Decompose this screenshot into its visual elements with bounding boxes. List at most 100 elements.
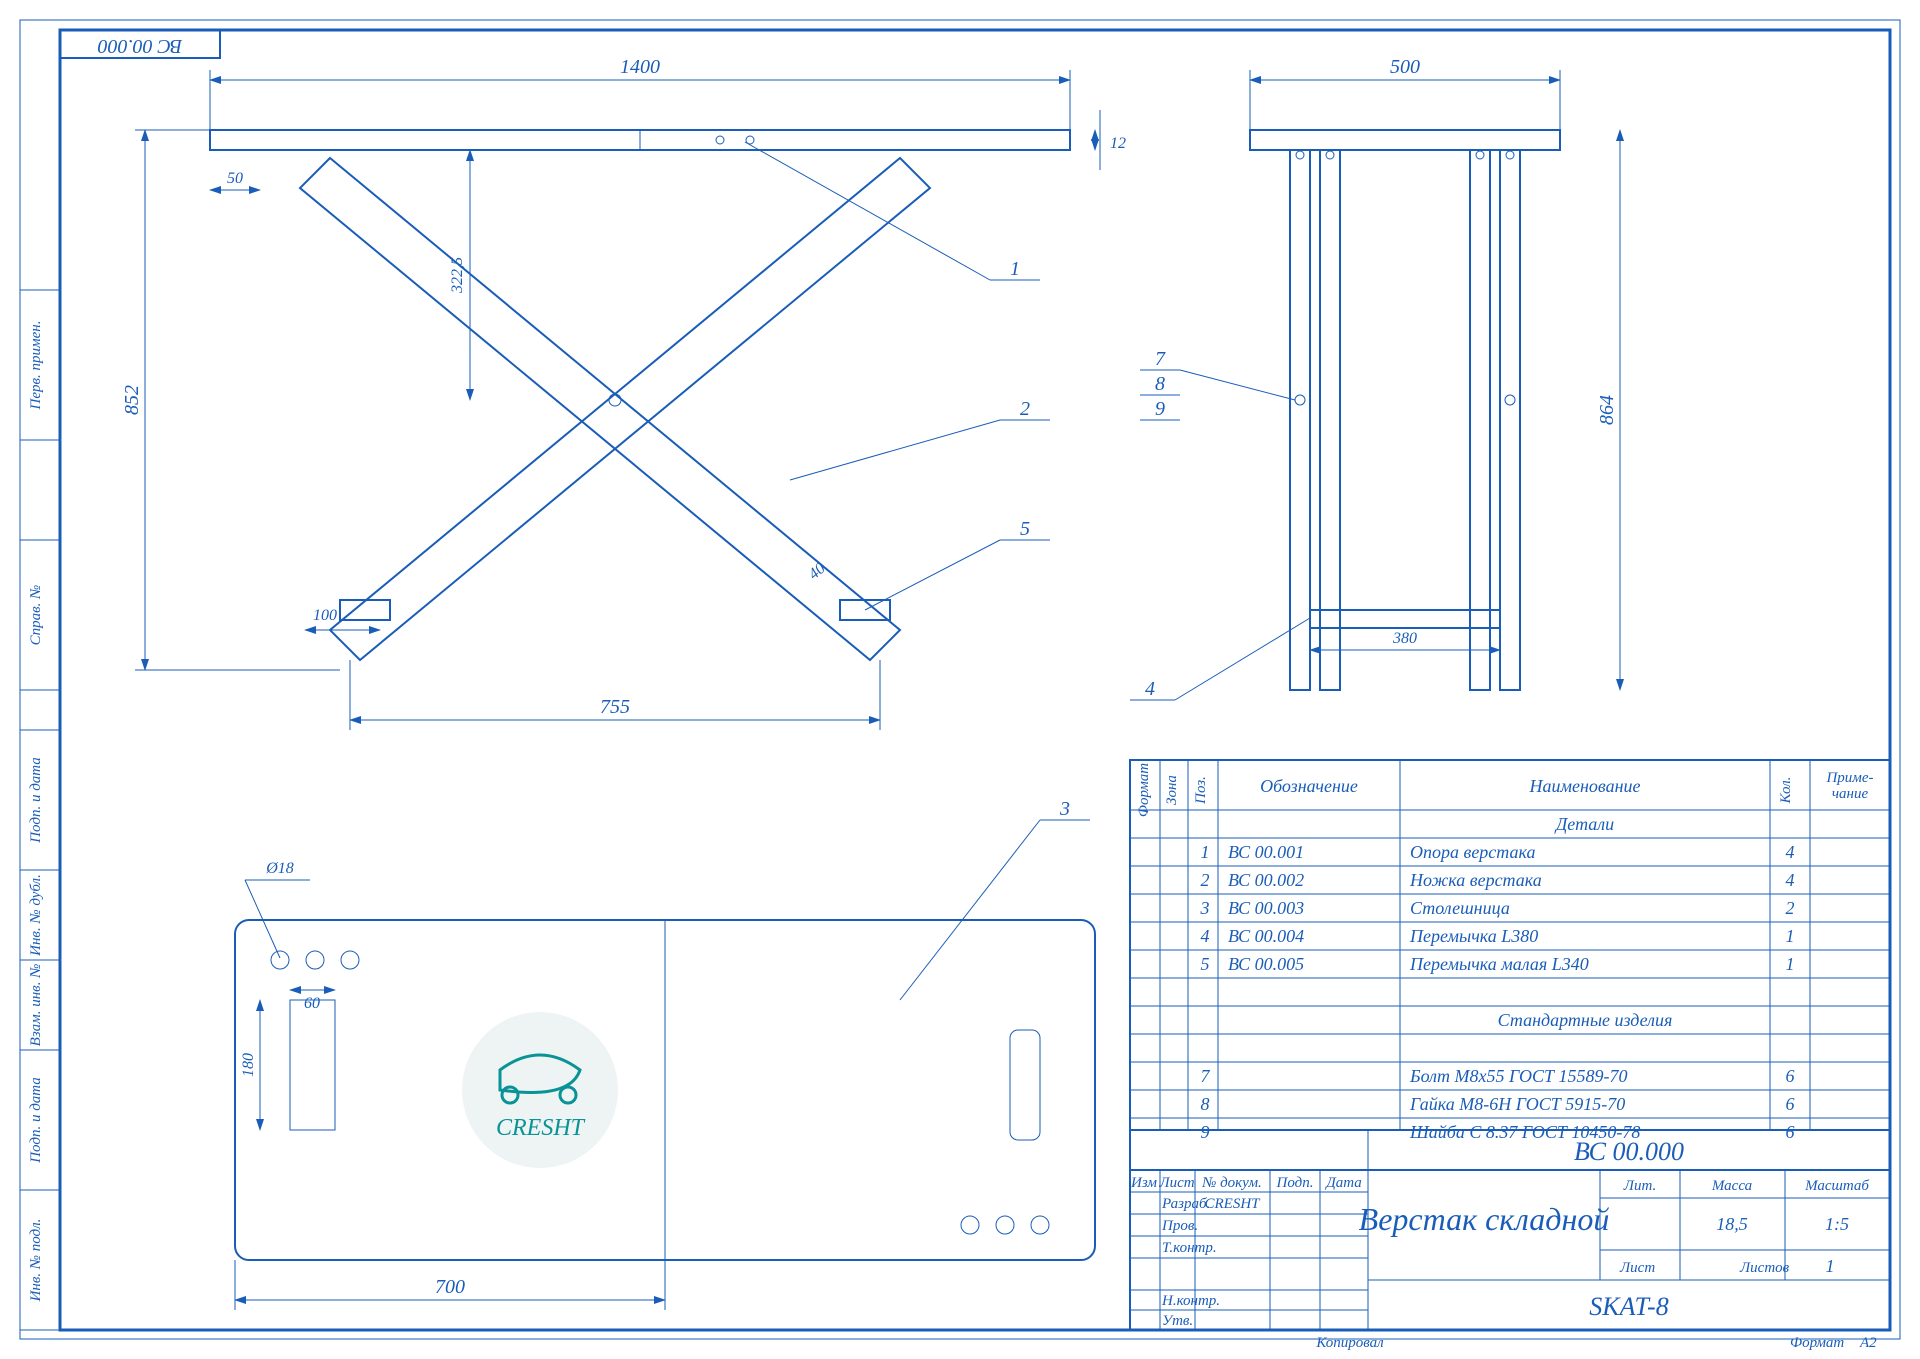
leader-7: 7 bbox=[1155, 348, 1166, 370]
dim-322: 322,5 bbox=[449, 257, 466, 294]
svg-text:1:5: 1:5 bbox=[1825, 1214, 1849, 1234]
leader-3: 3 bbox=[1059, 798, 1070, 820]
svg-text:Детали: Детали bbox=[1554, 814, 1614, 834]
svg-text:Подп.: Подп. bbox=[1276, 1175, 1314, 1191]
svg-text:ВС 00.001: ВС 00.001 bbox=[1228, 842, 1304, 862]
svg-text:1: 1 bbox=[1826, 1256, 1835, 1276]
dim-1400: 1400 bbox=[620, 56, 660, 78]
svg-text:Копировал: Копировал bbox=[1315, 1335, 1384, 1351]
top-view bbox=[235, 920, 1095, 1260]
svg-text:Кол.: Кол. bbox=[1778, 777, 1794, 805]
dim-380: 380 bbox=[1392, 630, 1417, 647]
leader-2: 2 bbox=[1020, 398, 1030, 420]
side-view bbox=[1250, 130, 1560, 690]
drawing-sheet: ВС 00.000 Инв. № подл. Подп. и дата Взам… bbox=[0, 0, 1920, 1359]
svg-text:А2: А2 bbox=[1859, 1335, 1877, 1351]
svg-text:Лит.: Лит. bbox=[1623, 1178, 1656, 1194]
svg-text:18,5: 18,5 bbox=[1716, 1214, 1748, 1234]
svg-text:Масштаб: Масштаб bbox=[1804, 1178, 1869, 1194]
svg-text:Листов: Листов bbox=[1739, 1260, 1790, 1276]
drawing-canvas: ВС 00.000 Инв. № подл. Подп. и дата Взам… bbox=[0, 0, 1920, 1359]
svg-text:Подп. и дата: Подп. и дата bbox=[28, 757, 44, 844]
svg-text:Обозначение: Обозначение bbox=[1260, 776, 1358, 796]
svg-text:Инв. № дубл.: Инв. № дубл. bbox=[28, 874, 44, 957]
title-block: ВС 00.000 Изм Лист № докум. Подп. Дата Р… bbox=[1130, 1130, 1890, 1330]
drawing-title: Верстак складной bbox=[1359, 1201, 1610, 1237]
doc-number: ВС 00.000 bbox=[1574, 1137, 1684, 1166]
svg-text:Н.контр.: Н.контр. bbox=[1161, 1293, 1220, 1309]
dim-700: 700 bbox=[435, 1276, 465, 1298]
svg-text:Формат: Формат bbox=[1790, 1335, 1844, 1351]
leader-9: 9 bbox=[1155, 398, 1165, 420]
dim-500: 500 bbox=[1390, 56, 1420, 78]
svg-text:CRESHT: CRESHT bbox=[1204, 1196, 1261, 1212]
svg-text:Болт М8х55 ГОСТ 15589-70: Болт М8х55 ГОСТ 15589-70 bbox=[1409, 1066, 1628, 1086]
svg-text:1: 1 bbox=[1201, 842, 1210, 862]
svg-text:Утв.: Утв. bbox=[1162, 1313, 1193, 1329]
svg-text:Стандартные изделия: Стандартные изделия bbox=[1498, 1010, 1673, 1030]
dim-180: 180 bbox=[240, 1053, 257, 1077]
leader-4: 4 bbox=[1145, 678, 1155, 700]
svg-text:5: 5 bbox=[1201, 954, 1210, 974]
dim-12: 12 bbox=[1110, 135, 1126, 152]
svg-text:Опора верстака: Опора верстака bbox=[1410, 842, 1535, 862]
svg-text:Справ. №: Справ. № bbox=[28, 585, 44, 646]
svg-text:ВС 00.004: ВС 00.004 bbox=[1228, 926, 1304, 946]
svg-text:Лист: Лист bbox=[1619, 1260, 1655, 1276]
svg-text:Перемычка малая L340: Перемычка малая L340 bbox=[1409, 954, 1589, 974]
left-margin: Инв. № подл. Подп. и дата Взам. инв. № И… bbox=[20, 290, 60, 1330]
dim-852: 852 bbox=[121, 385, 143, 415]
svg-text:1: 1 bbox=[1786, 954, 1795, 974]
svg-text:Поз.: Поз. bbox=[1193, 776, 1209, 805]
svg-text:6: 6 bbox=[1786, 1122, 1795, 1142]
svg-text:4: 4 bbox=[1786, 842, 1795, 862]
svg-text:ВС 00.005: ВС 00.005 bbox=[1228, 954, 1304, 974]
project-code: SKAT-8 bbox=[1589, 1292, 1668, 1321]
svg-text:ВС 00.002: ВС 00.002 bbox=[1228, 870, 1304, 890]
code-text: ВС 00.000 bbox=[98, 35, 183, 57]
svg-text:Масса: Масса bbox=[1711, 1178, 1752, 1194]
svg-text:Наименование: Наименование bbox=[1528, 776, 1640, 796]
logo-text: CRESHT bbox=[496, 1115, 586, 1141]
svg-text:8: 8 bbox=[1201, 1094, 1210, 1114]
svg-text:Перв. примен.: Перв. примен. bbox=[28, 321, 44, 411]
svg-text:Зона: Зона bbox=[1164, 775, 1180, 805]
svg-text:6: 6 bbox=[1786, 1066, 1795, 1086]
dim-40: 40 bbox=[806, 560, 829, 583]
svg-text:Т.контр.: Т.контр. bbox=[1162, 1240, 1217, 1256]
leader-1: 1 bbox=[1010, 258, 1020, 280]
dim-dia18: Ø18 bbox=[265, 860, 294, 877]
svg-text:Формат: Формат bbox=[1136, 763, 1152, 817]
svg-text:4: 4 bbox=[1201, 926, 1210, 946]
leader-5: 5 bbox=[1020, 518, 1030, 540]
svg-text:Лист: Лист bbox=[1158, 1175, 1194, 1191]
svg-text:Изм: Изм bbox=[1130, 1175, 1157, 1191]
leader-8: 8 bbox=[1155, 373, 1165, 395]
svg-text:№ докум.: № докум. bbox=[1201, 1175, 1262, 1191]
svg-text:ВС 00.003: ВС 00.003 bbox=[1228, 898, 1304, 918]
front-view bbox=[210, 130, 1070, 660]
svg-text:6: 6 bbox=[1786, 1094, 1795, 1114]
svg-text:3: 3 bbox=[1200, 898, 1210, 918]
svg-text:Взам. инв. №: Взам. инв. № bbox=[28, 964, 44, 1047]
dim-864: 864 bbox=[1596, 395, 1618, 425]
svg-text:4: 4 bbox=[1786, 870, 1795, 890]
dim-60: 60 bbox=[304, 995, 320, 1012]
dim-755: 755 bbox=[600, 696, 630, 718]
svg-text:Столешница: Столешница bbox=[1410, 898, 1510, 918]
svg-text:Инв. № подл.: Инв. № подл. bbox=[28, 1219, 44, 1303]
svg-text:Гайка М8-6Н ГОСТ 5915-70: Гайка М8-6Н ГОСТ 5915-70 bbox=[1409, 1094, 1625, 1114]
svg-text:7: 7 bbox=[1201, 1066, 1211, 1086]
svg-text:Дата: Дата bbox=[1324, 1175, 1362, 1191]
svg-text:чание: чание bbox=[1832, 786, 1869, 802]
logo-bg bbox=[462, 1012, 618, 1168]
dim-100: 100 bbox=[313, 607, 337, 624]
svg-text:2: 2 bbox=[1201, 870, 1210, 890]
svg-text:Приме-: Приме- bbox=[1825, 770, 1873, 786]
bom-rows: Детали 1 ВС 00.001 Опора верстака 4 2 ВС 00.00… bbox=[1130, 814, 1890, 1142]
svg-text:Подп. и дата: Подп. и дата bbox=[28, 1077, 44, 1164]
svg-text:Разраб.: Разраб. bbox=[1161, 1196, 1210, 1212]
dim-50: 50 bbox=[227, 170, 243, 187]
svg-text:Пров.: Пров. bbox=[1161, 1218, 1198, 1234]
svg-text:2: 2 bbox=[1786, 898, 1795, 918]
